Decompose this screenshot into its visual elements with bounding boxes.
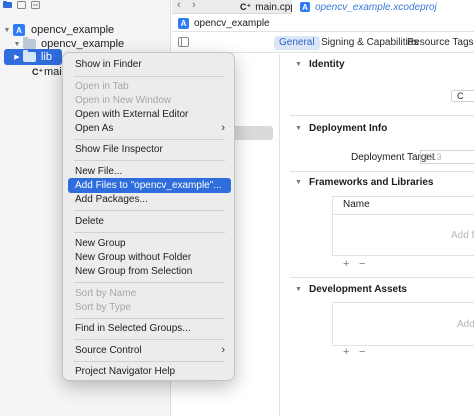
identity-button[interactable]: C bbox=[451, 90, 474, 102]
chevron-right-icon: › bbox=[221, 344, 225, 356]
menu-item-project-navigator-help[interactable]: Project Navigator Help bbox=[68, 364, 231, 379]
folder-icon bbox=[22, 50, 36, 63]
disclosure-triangle-icon[interactable]: ▼ bbox=[295, 61, 309, 68]
divider bbox=[290, 277, 474, 278]
disclosure-triangle-icon[interactable]: ▼ bbox=[295, 125, 309, 132]
menu-item-open-in-tab[interactable]: Open in Tab bbox=[68, 79, 231, 94]
tab-resource-tags[interactable]: Resource Tags bbox=[402, 36, 474, 50]
divider bbox=[290, 171, 474, 172]
add-framework-button[interactable]: + bbox=[343, 258, 349, 270]
disclosure-triangle-icon[interactable]: ▼ bbox=[295, 179, 309, 186]
navigator-toolbar bbox=[0, 0, 171, 14]
project-icon: A bbox=[12, 24, 26, 36]
menu-item-show-file-inspector[interactable]: Show File Inspector bbox=[68, 142, 231, 157]
tab-xcodeproj[interactable]: A opencv_example.xcodeproj bbox=[292, 0, 474, 14]
tab-label: main.cpp bbox=[255, 1, 296, 13]
menu-separator bbox=[74, 318, 225, 319]
menu-item-label: Source Control bbox=[75, 345, 142, 356]
cpp-file-icon: C⁺ bbox=[240, 1, 252, 12]
menu-separator bbox=[74, 139, 225, 140]
divider bbox=[333, 214, 474, 215]
project-icon: A bbox=[178, 17, 189, 29]
deployment-target-field[interactable]: 12.3 bbox=[420, 150, 474, 164]
menu-separator bbox=[74, 232, 225, 233]
menu-item-find-in-selected-groups[interactable]: Find in Selected Groups... bbox=[68, 321, 231, 336]
menu-item-add-packages[interactable]: Add Packages... bbox=[68, 192, 231, 207]
context-menu: Show in Finder Open in Tab Open in New W… bbox=[62, 52, 235, 381]
folder-icon[interactable] bbox=[3, 0, 12, 9]
symbol-icon[interactable] bbox=[31, 0, 40, 9]
menu-item-new-file[interactable]: New File... bbox=[68, 164, 231, 179]
tree-item-label: lib bbox=[41, 51, 53, 63]
section-identity-header[interactable]: ▼ Identity bbox=[295, 59, 345, 70]
column-header-name[interactable]: Name bbox=[343, 199, 370, 210]
menu-separator bbox=[74, 76, 225, 77]
remove-framework-button[interactable]: − bbox=[359, 258, 365, 270]
remove-asset-button[interactable]: − bbox=[359, 346, 365, 358]
tab-general[interactable]: General bbox=[274, 36, 320, 50]
menu-item-open-as[interactable]: Open As › bbox=[68, 121, 231, 136]
menu-item-show-in-finder[interactable]: Show in Finder bbox=[68, 57, 231, 72]
menu-item-new-group-without-folder[interactable]: New Group without Folder bbox=[68, 250, 231, 265]
forward-button[interactable]: › bbox=[192, 0, 196, 11]
add-asset-button[interactable]: + bbox=[343, 346, 349, 358]
menu-separator bbox=[74, 282, 225, 283]
project-icon: A bbox=[300, 2, 310, 12]
assets-table bbox=[332, 302, 474, 346]
assets-placeholder: Add bbox=[457, 319, 474, 330]
divider bbox=[290, 115, 474, 116]
menu-item-open-in-new-window[interactable]: Open in New Window bbox=[68, 93, 231, 108]
menu-item-new-group[interactable]: New Group bbox=[68, 236, 231, 251]
back-button[interactable]: ‹ bbox=[177, 0, 181, 11]
jump-bar[interactable]: A opencv_example bbox=[172, 15, 474, 32]
frameworks-placeholder: Add fra bbox=[451, 230, 474, 241]
menu-separator bbox=[74, 160, 225, 161]
menu-item-label: Open As bbox=[75, 123, 114, 134]
disclosure-triangle-icon[interactable]: ▼ bbox=[12, 41, 22, 48]
settings-tab-bar: General Signing & Capabilities Resource … bbox=[172, 33, 474, 53]
menu-separator bbox=[74, 339, 225, 340]
source-control-icon[interactable] bbox=[17, 0, 26, 9]
menu-item-sort-by-type[interactable]: Sort by Type bbox=[68, 300, 231, 315]
section-deployment-header[interactable]: ▼ Deployment Info bbox=[295, 123, 387, 134]
menu-separator bbox=[74, 210, 225, 211]
section-assets-header[interactable]: ▼ Development Assets bbox=[295, 284, 407, 295]
disclosure-triangle-icon[interactable]: ▶ bbox=[12, 53, 22, 61]
menu-item-source-control[interactable]: Source Control › bbox=[68, 343, 231, 358]
menu-item-sort-by-name[interactable]: Sort by Name bbox=[68, 286, 231, 301]
menu-item-open-with-external-editor[interactable]: Open with External Editor bbox=[68, 107, 231, 122]
jump-bar-label: opencv_example bbox=[194, 17, 270, 29]
section-title: Deployment Info bbox=[309, 123, 388, 134]
disclosure-triangle-icon[interactable]: ▼ bbox=[295, 286, 309, 293]
menu-separator bbox=[74, 361, 225, 362]
menu-item-delete[interactable]: Delete bbox=[68, 214, 231, 229]
sidebar-toggle-icon[interactable] bbox=[178, 37, 189, 47]
section-title: Frameworks and Libraries bbox=[309, 177, 434, 188]
section-frameworks-header[interactable]: ▼ Frameworks and Libraries bbox=[295, 177, 434, 188]
menu-item-add-files[interactable]: Add Files to "opencv_example"... bbox=[68, 178, 231, 193]
section-title: Identity bbox=[309, 59, 345, 70]
tab-label: opencv_example.xcodeproj bbox=[315, 1, 437, 13]
chevron-right-icon: › bbox=[221, 122, 225, 134]
editor-tab-bar: ‹ › C⁺ main.cpp A opencv_example.xcodepr… bbox=[172, 0, 474, 14]
section-title: Development Assets bbox=[309, 284, 407, 295]
tab-main-cpp[interactable]: C⁺ main.cpp bbox=[240, 0, 296, 14]
menu-item-new-group-from-selection[interactable]: New Group from Selection bbox=[68, 264, 231, 279]
cpp-file-icon: C⁺ bbox=[32, 66, 44, 77]
disclosure-triangle-icon[interactable]: ▼ bbox=[2, 27, 12, 34]
tree-item-lib[interactable]: ▶ lib bbox=[4, 49, 62, 65]
tree-item-label: opencv_example bbox=[31, 24, 115, 36]
